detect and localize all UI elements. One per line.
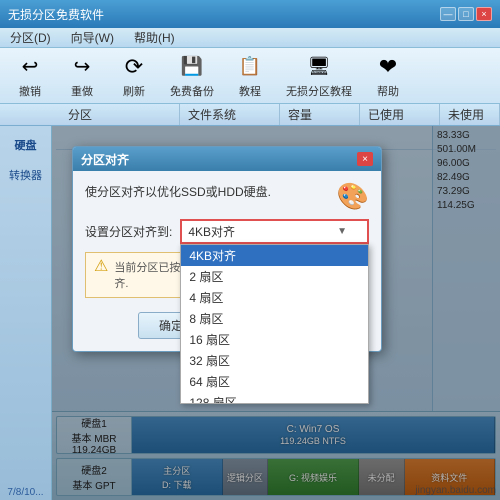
help-icon: ❤ xyxy=(374,53,402,81)
backup-icon: 💾 xyxy=(178,53,206,81)
minimize-btn[interactable]: — xyxy=(440,7,456,21)
modal-overlay: 分区对齐 × 使分区对齐以优化SSD或HDD硬盘. 🎨 设置分区对齐到: xyxy=(52,126,500,500)
menu-bar: 分区(D) 向导(W) 帮助(H) xyxy=(0,28,500,48)
dialog-close-button[interactable]: × xyxy=(357,152,373,166)
col-capacity: 容量 xyxy=(280,104,360,125)
warning-icon: ⚠ xyxy=(94,259,108,275)
dropdown-item-7[interactable]: 128 扇区 xyxy=(181,392,368,404)
col-used: 已使用 xyxy=(360,104,440,125)
title-bar: 无损分区免费软件 — □ × xyxy=(0,0,500,28)
redo-label: 重做 xyxy=(71,83,93,99)
dialog-title-bar: 分区对齐 × xyxy=(73,147,381,171)
undo-button[interactable]: ↩ 撤销 xyxy=(8,49,52,103)
tutorial-icon: 📋 xyxy=(236,53,264,81)
dropdown-item-3[interactable]: 8 扇区 xyxy=(181,308,368,329)
menu-partition[interactable]: 分区(D) xyxy=(6,29,55,46)
online-tutorial-button[interactable]: 🖥 无损分区教程 xyxy=(280,49,358,103)
refresh-label: 刷新 xyxy=(123,83,145,99)
align-select-value: 4KB对齐 xyxy=(188,223,235,240)
close-btn[interactable]: × xyxy=(476,7,492,21)
refresh-icon: ⟳ xyxy=(120,53,148,81)
dropdown-arrow-icon: ▼ xyxy=(337,226,347,237)
window-controls: — □ × xyxy=(440,7,492,21)
help-button[interactable]: ❤ 帮助 xyxy=(366,49,410,103)
dropdown-item-6[interactable]: 64 扇区 xyxy=(181,371,368,392)
redo-icon: ↪ xyxy=(68,53,96,81)
undo-icon: ↩ xyxy=(16,53,44,81)
backup-button[interactable]: 💾 免费备份 xyxy=(164,49,220,103)
col-partition: 分区 xyxy=(60,104,180,125)
align-select-wrapper: 4KB对齐 ▼ 4KB对齐 2 扇区 4 扇区 8 扇区 16 扇区 32 扇区 xyxy=(180,219,369,244)
dropdown-item-0[interactable]: 4KB对齐 xyxy=(181,245,368,266)
dropdown-item-4[interactable]: 16 扇区 xyxy=(181,329,368,350)
dialog-description-row: 使分区对齐以优化SSD或HDD硬盘. 🎨 xyxy=(85,183,369,209)
main-area: 硬盘 转换器 7/8/10... 83.33G 501.00M 96.00G 8… xyxy=(0,126,500,500)
dropdown-item-5[interactable]: 32 扇区 xyxy=(181,350,368,371)
undo-label: 撤销 xyxy=(19,83,41,99)
refresh-button[interactable]: ⟳ 刷新 xyxy=(112,49,156,103)
dialog-partition-align: 分区对齐 × 使分区对齐以优化SSD或HDD硬盘. 🎨 设置分区对齐到: xyxy=(72,146,382,352)
dialog-title: 分区对齐 xyxy=(81,151,357,168)
tutorial-button[interactable]: 📋 教程 xyxy=(228,49,272,103)
dialog-description: 使分区对齐以优化SSD或HDD硬盘. xyxy=(85,183,329,200)
dialog-logo-icon: 🎨 xyxy=(337,183,369,209)
menu-help[interactable]: 帮助(H) xyxy=(130,29,179,46)
content-area: 83.33G 501.00M 96.00G 82.49G 73.29G 114.… xyxy=(52,126,500,500)
align-dropdown-list: 4KB对齐 2 扇区 4 扇区 8 扇区 16 扇区 32 扇区 64 扇区 1… xyxy=(180,244,369,404)
left-panel: 硬盘 转换器 7/8/10... xyxy=(0,126,52,500)
online-tutorial-icon: 🖥 xyxy=(305,53,333,81)
dialog-body: 使分区对齐以优化SSD或HDD硬盘. 🎨 设置分区对齐到: 4KB对齐 ▼ xyxy=(73,171,381,351)
help-label: 帮助 xyxy=(377,83,399,99)
col-unused: 未使用 xyxy=(440,104,500,125)
toolbar: ↩ 撤销 ↪ 重做 ⟳ 刷新 💾 免费备份 📋 教程 🖥 无损分区教程 ❤ 帮助 xyxy=(0,48,500,104)
align-select[interactable]: 4KB对齐 ▼ xyxy=(180,219,369,244)
tutorial-label: 教程 xyxy=(239,83,261,99)
backup-label: 免费备份 xyxy=(170,83,214,99)
redo-button[interactable]: ↪ 重做 xyxy=(60,49,104,103)
left-panel-converter[interactable]: 转换器 xyxy=(0,160,51,190)
left-panel-disk[interactable]: 硬盘 xyxy=(0,130,51,160)
dropdown-item-2[interactable]: 4 扇区 xyxy=(181,287,368,308)
col-filesystem: 文件系统 xyxy=(180,104,280,125)
dropdown-item-1[interactable]: 2 扇区 xyxy=(181,266,368,287)
online-tutorial-label: 无损分区教程 xyxy=(286,83,352,99)
maximize-btn[interactable]: □ xyxy=(458,7,474,21)
column-headers: 分区 文件系统 容量 已使用 未使用 xyxy=(0,104,500,126)
app-title: 无损分区免费软件 xyxy=(8,6,440,23)
menu-wizard[interactable]: 向导(W) xyxy=(67,29,118,46)
dialog-align-row: 设置分区对齐到: 4KB对齐 ▼ 4KB对齐 2 扇区 4 扇区 xyxy=(85,219,369,244)
dialog-align-label: 设置分区对齐到: xyxy=(85,223,172,240)
